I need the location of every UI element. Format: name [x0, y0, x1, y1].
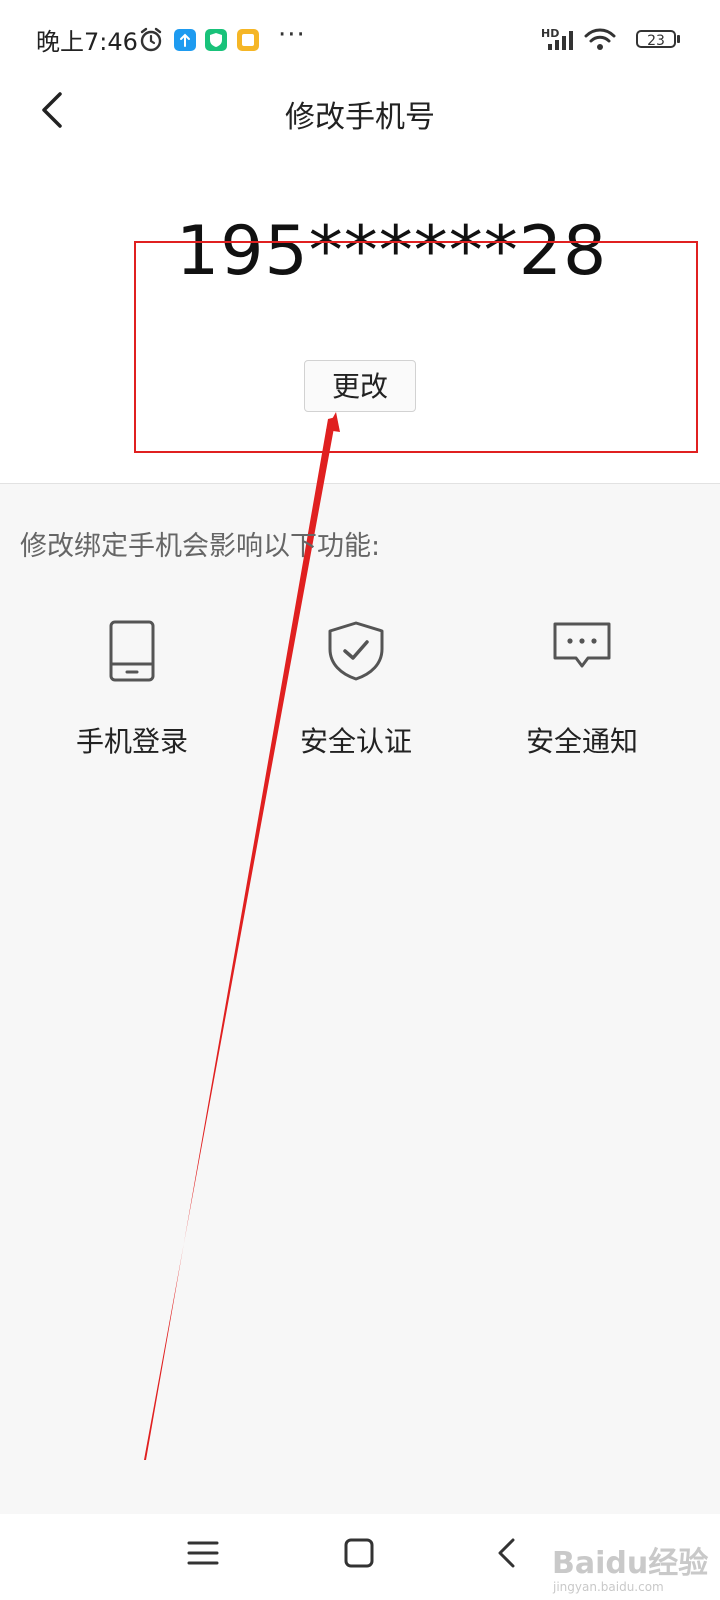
message-icon	[553, 622, 611, 668]
feature-label-security-notice: 安全通知	[525, 725, 638, 758]
feature-label-security-auth: 安全认证	[299, 725, 412, 758]
home-icon[interactable]	[342, 1536, 376, 1570]
annotation-arrow	[144, 412, 340, 1460]
feature-phone-login: 手机登录	[42, 620, 222, 760]
shield-check-icon	[328, 621, 384, 681]
feature-security-auth: 安全认证	[266, 620, 446, 760]
menu-icon[interactable]	[186, 1538, 220, 1568]
back-icon[interactable]	[492, 1536, 522, 1570]
feature-security-notice: 安全通知	[492, 620, 672, 760]
watermark-url: jingyan.baidu.com	[553, 1580, 664, 1594]
phone-icon	[109, 620, 155, 682]
info-text: 修改绑定手机会影响以下功能:	[20, 531, 381, 562]
watermark: Baidu经验	[552, 1546, 709, 1581]
feature-label-phone-login: 手机登录	[75, 725, 188, 758]
